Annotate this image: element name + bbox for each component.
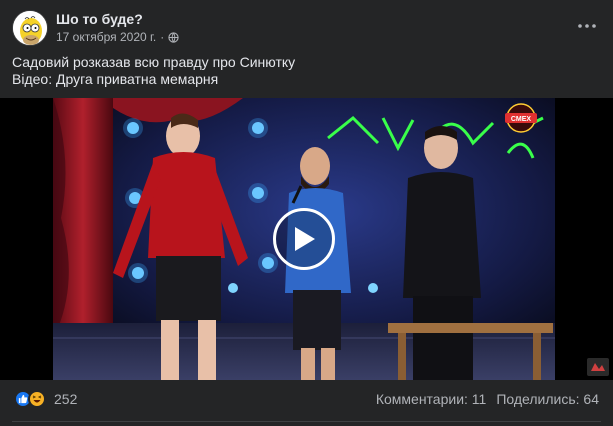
more-horizontal-icon (578, 24, 596, 28)
comments-count-link[interactable]: Комментарии: 11 (376, 391, 487, 407)
meta-separator: · (160, 30, 165, 44)
globe-icon (168, 31, 179, 43)
homer-avatar-image (13, 11, 47, 45)
page-name-link[interactable]: Шо то буде? (56, 11, 143, 27)
post-date-link[interactable]: 17 октября 2020 г. (56, 30, 156, 44)
post-text-line-2: Відео: Друга приватна мемарня (12, 71, 219, 87)
footer-divider (12, 421, 601, 422)
shares-count-link[interactable]: Поделились: 64 (496, 391, 599, 407)
post-text-line-1: Садовий розказав всю правду про Синютку (12, 54, 296, 70)
page-avatar[interactable] (12, 10, 48, 46)
post-stats: Комментарии: 11 Поделились: 64 (376, 391, 599, 407)
facebook-post: Шо то буде? 17 октября 2020 г. · Садовий… (0, 0, 613, 426)
reaction-icons (14, 390, 48, 408)
play-icon (295, 227, 315, 251)
reaction-count: 252 (54, 391, 78, 407)
reactions-summary[interactable]: 252 (14, 390, 77, 408)
haha-reaction-icon (28, 390, 46, 408)
post-meta: 17 октября 2020 г. · (56, 30, 179, 44)
video-player[interactable]: СМЕХ (0, 98, 613, 380)
watermark-logo (587, 358, 609, 376)
play-button[interactable] (273, 208, 335, 270)
svg-text:СМЕХ: СМЕХ (511, 116, 531, 123)
post-options-button[interactable] (575, 14, 599, 38)
post-text: Садовий розказав всю правду про Синютку … (12, 54, 602, 88)
